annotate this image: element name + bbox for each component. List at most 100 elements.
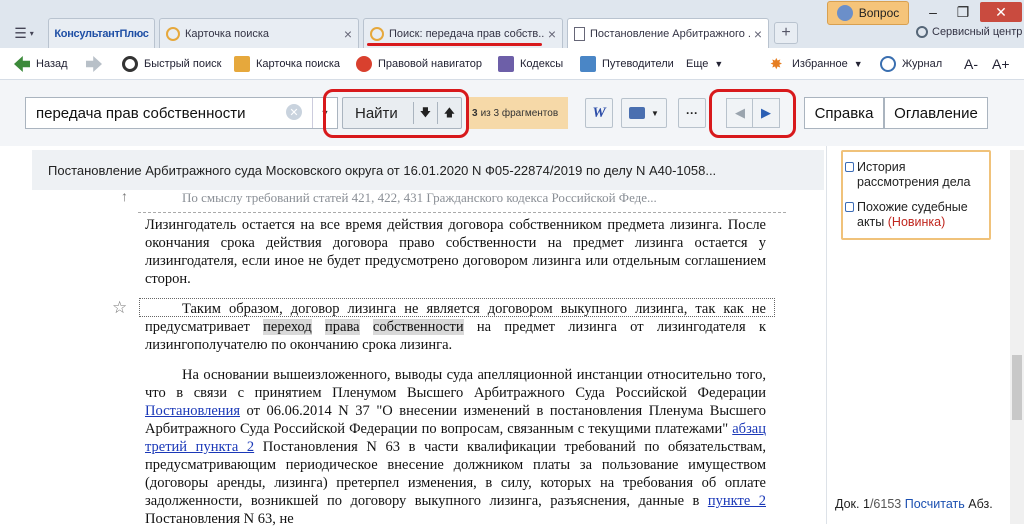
count-link[interactable]: Посчитать bbox=[905, 497, 965, 511]
tab-bar: ☰ ▾ КонсультантПлюс Карточка поиска × Пои… bbox=[0, 0, 1024, 48]
search-card-icon bbox=[370, 26, 384, 41]
close-tab-icon[interactable]: × bbox=[344, 26, 352, 42]
codes-label: Кодексы bbox=[520, 58, 564, 70]
similar-acts-link[interactable]: Похожие судебные акты (Новинка) bbox=[845, 200, 987, 230]
search-icon bbox=[122, 56, 138, 72]
back-label: Назад bbox=[36, 58, 68, 70]
case-history-link[interactable]: История рассмотрения дела bbox=[845, 160, 985, 190]
related-panel: История рассмотрения дела Похожие судебн… bbox=[841, 150, 991, 240]
codes-button[interactable]: Кодексы bbox=[498, 54, 563, 74]
previous-paragraph-line: По смыслу требований статей 421, 422, 43… bbox=[182, 190, 657, 205]
navigator-icon bbox=[356, 56, 372, 72]
search-query-text: передача прав собственности bbox=[36, 104, 246, 122]
question-button[interactable]: Вопрос bbox=[827, 1, 909, 25]
legal-navigator-button[interactable]: Правовой навигатор bbox=[356, 54, 482, 74]
more-options-button[interactable]: ··· bbox=[678, 98, 706, 128]
divider bbox=[826, 146, 827, 524]
guides-button[interactable]: Путеводители bbox=[580, 54, 674, 74]
font-bigger-button[interactable]: A+ bbox=[992, 54, 1010, 74]
clear-search-icon[interactable]: ✕ bbox=[286, 104, 302, 120]
legal-navigator-label: Правовой навигатор bbox=[378, 58, 482, 70]
forward-button[interactable] bbox=[86, 54, 108, 74]
document-icon bbox=[574, 26, 585, 41]
avatar bbox=[836, 5, 853, 21]
more-label: Еще bbox=[686, 58, 709, 70]
app-logo-tab[interactable]: КонсультантПлюс bbox=[48, 18, 155, 48]
gear-icon bbox=[916, 26, 928, 38]
search-card-label: Карточка поиска bbox=[256, 58, 341, 70]
paragraph-highlighted: Таким образом, договор лизинга не являет… bbox=[145, 300, 766, 354]
quick-search-button[interactable]: Быстрый поиск bbox=[122, 54, 221, 74]
question-label: Вопрос bbox=[858, 6, 900, 20]
fragments-count: 3 bbox=[472, 107, 478, 119]
export-word-button[interactable]: W bbox=[585, 98, 613, 128]
contents-button[interactable]: Оглавление bbox=[884, 97, 988, 129]
back-arrow-icon bbox=[14, 56, 30, 72]
chevron-down-icon: ▾ bbox=[29, 28, 34, 38]
paragraph: Лизингодатель остается на все время дейс… bbox=[145, 216, 766, 288]
text-span: Постановления N 63, не bbox=[145, 511, 294, 527]
arrow-up-icon[interactable]: ↑ bbox=[121, 188, 128, 204]
favorites-label: Избранное bbox=[792, 58, 848, 70]
paragraph: На основании вышеизложенного, выводы суд… bbox=[145, 366, 766, 528]
journal-button[interactable]: Журнал bbox=[880, 54, 942, 74]
close-window-button[interactable]: ✕ bbox=[980, 2, 1022, 22]
guides-label: Путеводители bbox=[602, 58, 674, 70]
chevron-down-icon: ▼ bbox=[714, 59, 724, 69]
close-tab-icon[interactable]: × bbox=[754, 26, 762, 42]
red-annotation-underline bbox=[367, 43, 542, 46]
reference-button[interactable]: Справка bbox=[804, 97, 884, 129]
new-badge: (Новинка) bbox=[887, 215, 946, 229]
scrollbar-thumb[interactable] bbox=[1012, 355, 1022, 420]
guides-icon bbox=[580, 56, 596, 72]
close-tab-icon[interactable]: × bbox=[548, 26, 556, 42]
more-menu[interactable]: Еще ▼ bbox=[686, 54, 723, 74]
print-button[interactable]: ▼ bbox=[621, 98, 667, 128]
tab-document[interactable]: Постановление Арбитражного ... × bbox=[567, 18, 769, 48]
search-hit: собственности bbox=[372, 319, 464, 335]
main-menu-button[interactable]: ☰ ▾ bbox=[6, 22, 42, 44]
word-icon: W bbox=[592, 104, 606, 121]
doc-total: /6153 bbox=[869, 497, 902, 511]
star-icon: ✸ bbox=[770, 56, 783, 73]
similar-docs-icon bbox=[845, 202, 854, 212]
tab-search-card[interactable]: Карточка поиска × bbox=[159, 18, 359, 48]
font-smaller-button[interactable]: A- bbox=[964, 54, 978, 74]
search-card-button[interactable]: Карточка поиска bbox=[234, 54, 340, 74]
printer-icon bbox=[629, 107, 646, 119]
tab-label: Карточка поиска bbox=[185, 27, 270, 40]
paragraph-text: Лизингодатель остается на все время дейс… bbox=[145, 217, 766, 287]
service-center-link[interactable]: Сервисный центр bbox=[916, 26, 1022, 38]
search-hit: права bbox=[325, 319, 360, 335]
case-history-label: История рассмотрения дела bbox=[857, 160, 971, 189]
fragments-text: из 3 фрагментов bbox=[480, 107, 559, 119]
maximize-button[interactable]: ❐ bbox=[950, 2, 976, 22]
codes-icon bbox=[498, 56, 514, 72]
fragments-counter: 3 из 3 фрагментов bbox=[468, 97, 568, 129]
separator bbox=[138, 212, 786, 213]
new-tab-button[interactable]: + bbox=[774, 22, 798, 44]
favorites-menu[interactable]: ✸ Избранное ▼ bbox=[770, 54, 863, 74]
scrollbar[interactable] bbox=[1010, 150, 1024, 524]
doc-position: Док. 1 bbox=[835, 497, 870, 511]
minimize-button[interactable]: – bbox=[920, 2, 946, 22]
search-card-icon bbox=[234, 56, 250, 72]
red-annotation-box bbox=[323, 89, 469, 138]
document-link[interactable]: Постановления bbox=[145, 403, 240, 419]
search-hit: переход bbox=[263, 319, 312, 335]
clock-icon bbox=[880, 56, 896, 72]
document-title: Постановление Арбитражного суда Московск… bbox=[32, 150, 824, 190]
toolbar: Назад Быстрый поиск Карточка поиска Прав… bbox=[0, 48, 1024, 80]
back-button[interactable]: Назад bbox=[14, 54, 68, 74]
tab-label: Постановление Арбитражного ... bbox=[590, 27, 750, 40]
hamburger-icon: ☰ bbox=[14, 24, 27, 41]
quick-search-label: Быстрый поиск bbox=[144, 58, 222, 70]
tab-label: Поиск: передача прав собств... bbox=[389, 27, 544, 40]
chevron-down-icon: ▼ bbox=[853, 59, 863, 69]
text-span: На основании вышеизложенного, выводы суд… bbox=[145, 367, 766, 401]
bookmark-star-icon[interactable]: ☆ bbox=[112, 298, 127, 318]
ellipsis-icon: ··· bbox=[686, 106, 698, 120]
chevron-down-icon: ▼ bbox=[651, 108, 659, 118]
document-link[interactable]: пункте 2 bbox=[708, 493, 766, 509]
paragraph-label: Абз. bbox=[968, 497, 993, 511]
